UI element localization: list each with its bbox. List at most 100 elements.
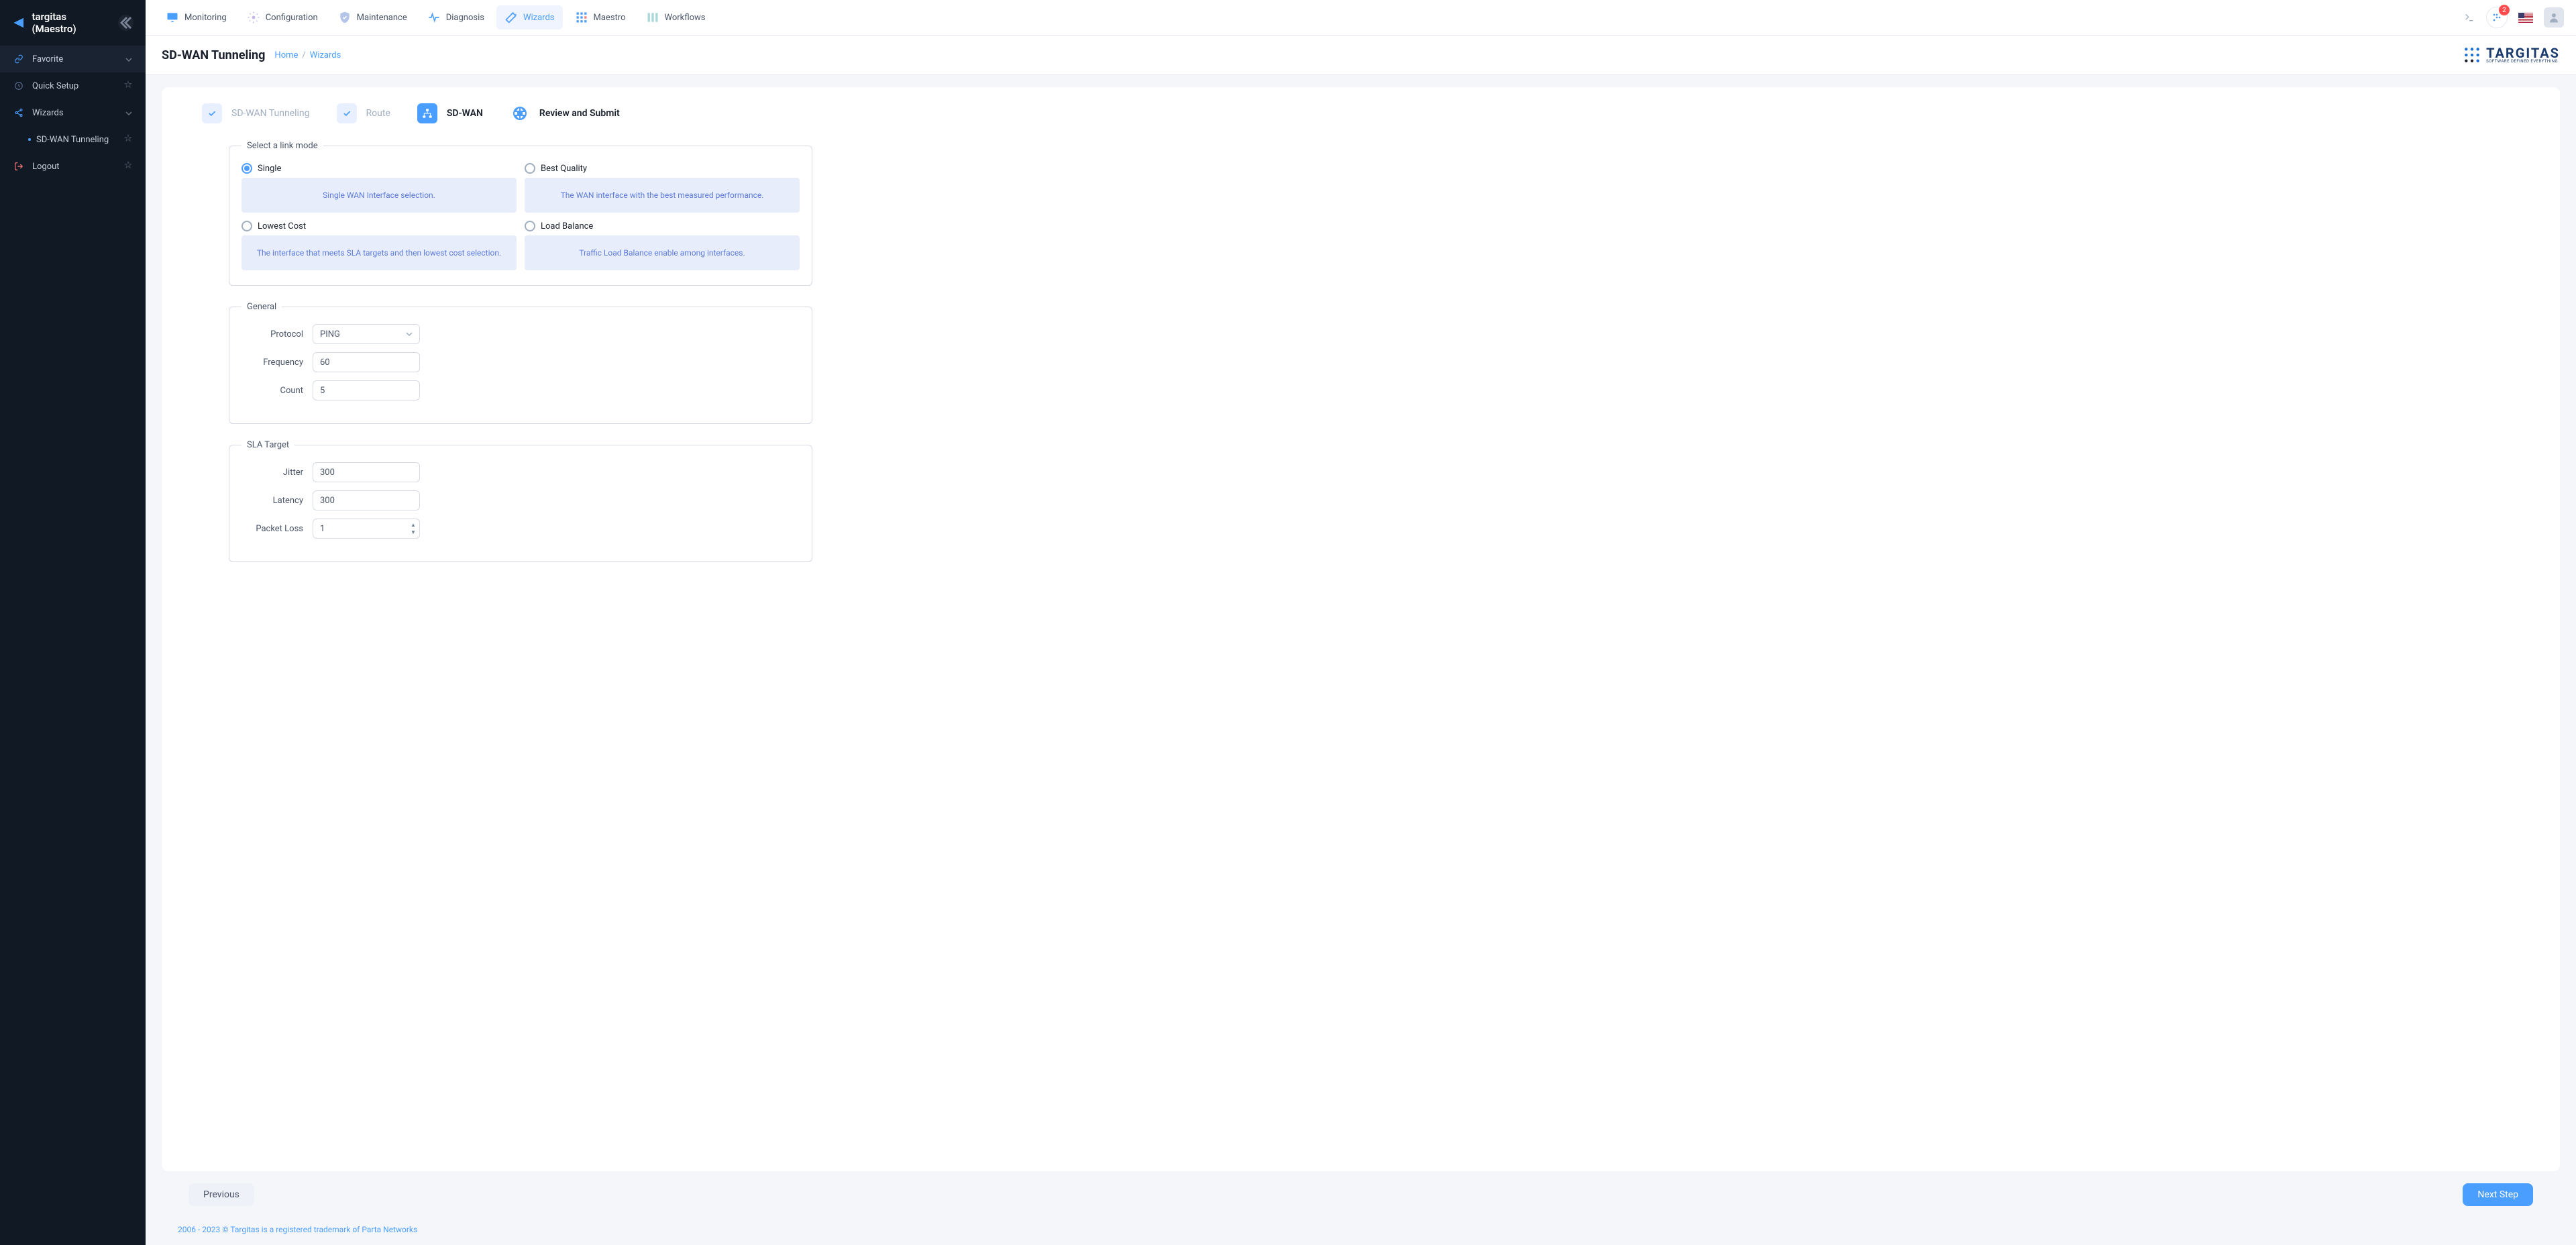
- radio-label: Single: [258, 164, 281, 174]
- collapse-sidebar-icon[interactable]: [118, 15, 133, 31]
- topbar: Monitoring Configuration Maintenance Dia…: [146, 0, 2576, 36]
- main: Monitoring Configuration Maintenance Dia…: [146, 0, 2576, 1245]
- step-route[interactable]: Route: [337, 103, 390, 123]
- sidebar-item-wizards[interactable]: Wizards: [0, 99, 146, 126]
- sla-fieldset: SLA Target Jitter Latency Packet Loss ▲▼: [229, 440, 812, 562]
- radio-lowest-cost[interactable]: [241, 221, 252, 231]
- sidebar: targitas (Maestro) Favorite Quick Setup …: [0, 0, 146, 1245]
- network-icon: [422, 108, 433, 119]
- jitter-label: Jitter: [241, 468, 303, 478]
- spinner-down-icon[interactable]: ▼: [409, 529, 417, 535]
- sidebar-item-label: SD-WAN Tunneling: [36, 135, 109, 145]
- tab-wizards[interactable]: Wizards: [496, 5, 563, 30]
- sla-legend: SLA Target: [241, 440, 294, 450]
- option-description: The WAN interface with the best measured…: [525, 178, 800, 213]
- user-avatar[interactable]: [2544, 7, 2564, 28]
- chevron-down-icon: [125, 54, 132, 64]
- company-logo: TARGITAS SOFTWARE DEFINED EVERYTHING: [2463, 46, 2560, 64]
- copyright: 2006 - 2023 © Targitas is a registered t…: [162, 1218, 2560, 1245]
- star-icon[interactable]: [124, 134, 132, 145]
- previous-button[interactable]: Previous: [189, 1183, 254, 1206]
- next-step-button[interactable]: Next Step: [2463, 1183, 2533, 1206]
- step-label: Route: [366, 108, 390, 119]
- logo-text: TARGITAS: [2486, 46, 2560, 60]
- shield-icon: [338, 11, 352, 24]
- linkmode-single[interactable]: Single Single WAN Interface selection.: [241, 163, 517, 213]
- sidebar-item-favorite[interactable]: Favorite: [0, 46, 146, 72]
- general-legend: General: [241, 302, 282, 312]
- share-icon: [13, 107, 24, 118]
- tab-label: Workflows: [665, 13, 706, 23]
- tab-label: Wizards: [523, 13, 555, 23]
- protocol-label: Protocol: [241, 329, 303, 339]
- linkmode-load-balance[interactable]: Load Balance Traffic Load Balance enable…: [525, 221, 800, 270]
- breadcrumb-row: SD-WAN Tunneling Home / Wizards TARGITAS…: [146, 36, 2576, 75]
- protocol-select[interactable]: PING: [313, 324, 420, 344]
- frequency-input[interactable]: [313, 352, 420, 372]
- tab-monitoring[interactable]: Monitoring: [158, 5, 235, 30]
- frequency-label: Frequency: [241, 358, 303, 368]
- radio-load-balance[interactable]: [525, 221, 535, 231]
- latency-input[interactable]: [313, 490, 420, 510]
- terminal-icon[interactable]: [2463, 11, 2475, 23]
- step-review[interactable]: Review and Submit: [510, 103, 620, 123]
- sidebar-item-quick-setup[interactable]: Quick Setup: [0, 72, 146, 99]
- logo-tagline: SOFTWARE DEFINED EVERYTHING: [2486, 60, 2560, 64]
- breadcrumb-separator: /: [302, 50, 305, 60]
- brand-icon: [12, 16, 25, 30]
- radio-best-quality[interactable]: [525, 163, 535, 174]
- linkmode-best-quality[interactable]: Best Quality The WAN interface with the …: [525, 163, 800, 213]
- jitter-input[interactable]: [313, 462, 420, 482]
- spinner-up-icon[interactable]: ▲: [409, 521, 417, 528]
- tab-label: Configuration: [266, 13, 318, 23]
- sidebar-item-sdwan-tunneling[interactable]: SD-WAN Tunneling: [0, 126, 146, 153]
- linkmode-fieldset: Select a link mode Single Single WAN Int…: [229, 141, 812, 286]
- active-dot-icon: [28, 138, 31, 141]
- tab-configuration[interactable]: Configuration: [239, 5, 326, 30]
- brand-name: targitas (Maestro): [32, 11, 111, 35]
- wizard-footer: Previous Next Step: [162, 1171, 2560, 1218]
- chevron-down-icon: [125, 108, 132, 118]
- count-input[interactable]: [313, 380, 420, 400]
- language-flag[interactable]: [2518, 13, 2533, 23]
- star-icon[interactable]: [124, 161, 132, 172]
- tab-label: Monitoring: [184, 13, 227, 23]
- star-icon[interactable]: [124, 80, 132, 91]
- tab-diagnosis[interactable]: Diagnosis: [419, 5, 492, 30]
- clock-icon: [13, 80, 24, 91]
- tab-maintenance[interactable]: Maintenance: [330, 5, 415, 30]
- option-description: Single WAN Interface selection.: [241, 178, 517, 213]
- tab-maestro[interactable]: Maestro: [567, 5, 634, 30]
- wizard-steps: SD-WAN Tunneling Route SD-WAN Review and…: [202, 103, 2520, 123]
- tab-workflows[interactable]: Workflows: [638, 5, 714, 30]
- notifications-button[interactable]: 2: [2486, 7, 2508, 28]
- pulse-icon: [427, 11, 441, 24]
- breadcrumb-wizards[interactable]: Wizards: [310, 50, 341, 60]
- option-description: The interface that meets SLA targets and…: [241, 235, 517, 270]
- latency-label: Latency: [241, 496, 303, 506]
- breadcrumb-home[interactable]: Home: [274, 50, 298, 60]
- check-icon: [207, 109, 217, 118]
- linkmode-lowest-cost[interactable]: Lowest Cost The interface that meets SLA…: [241, 221, 517, 270]
- step-sdwan-tunneling[interactable]: SD-WAN Tunneling: [202, 103, 310, 123]
- tab-label: Maintenance: [357, 13, 407, 23]
- sidebar-item-label: Favorite: [32, 54, 63, 64]
- step-sdwan[interactable]: SD-WAN: [417, 103, 483, 123]
- packetloss-input[interactable]: [313, 519, 420, 539]
- sidebar-item-label: Logout: [32, 162, 60, 172]
- radio-single[interactable]: [241, 163, 252, 174]
- sidebar-item-label: Wizards: [32, 108, 64, 118]
- monitor-icon: [166, 11, 179, 24]
- radio-label: Best Quality: [541, 164, 587, 174]
- radio-label: Load Balance: [541, 221, 593, 231]
- brand[interactable]: targitas (Maestro): [0, 0, 146, 46]
- columns-icon: [646, 11, 659, 24]
- sidebar-item-logout[interactable]: Logout: [0, 153, 146, 180]
- step-label: Review and Submit: [539, 108, 620, 119]
- check-icon: [342, 109, 352, 118]
- globe-icon: [512, 105, 528, 121]
- magic-wand-icon: [504, 11, 518, 24]
- linkmode-legend: Select a link mode: [241, 141, 323, 151]
- content: SD-WAN Tunneling Route SD-WAN Review and…: [146, 75, 2576, 1245]
- page-title: SD-WAN Tunneling: [162, 48, 265, 62]
